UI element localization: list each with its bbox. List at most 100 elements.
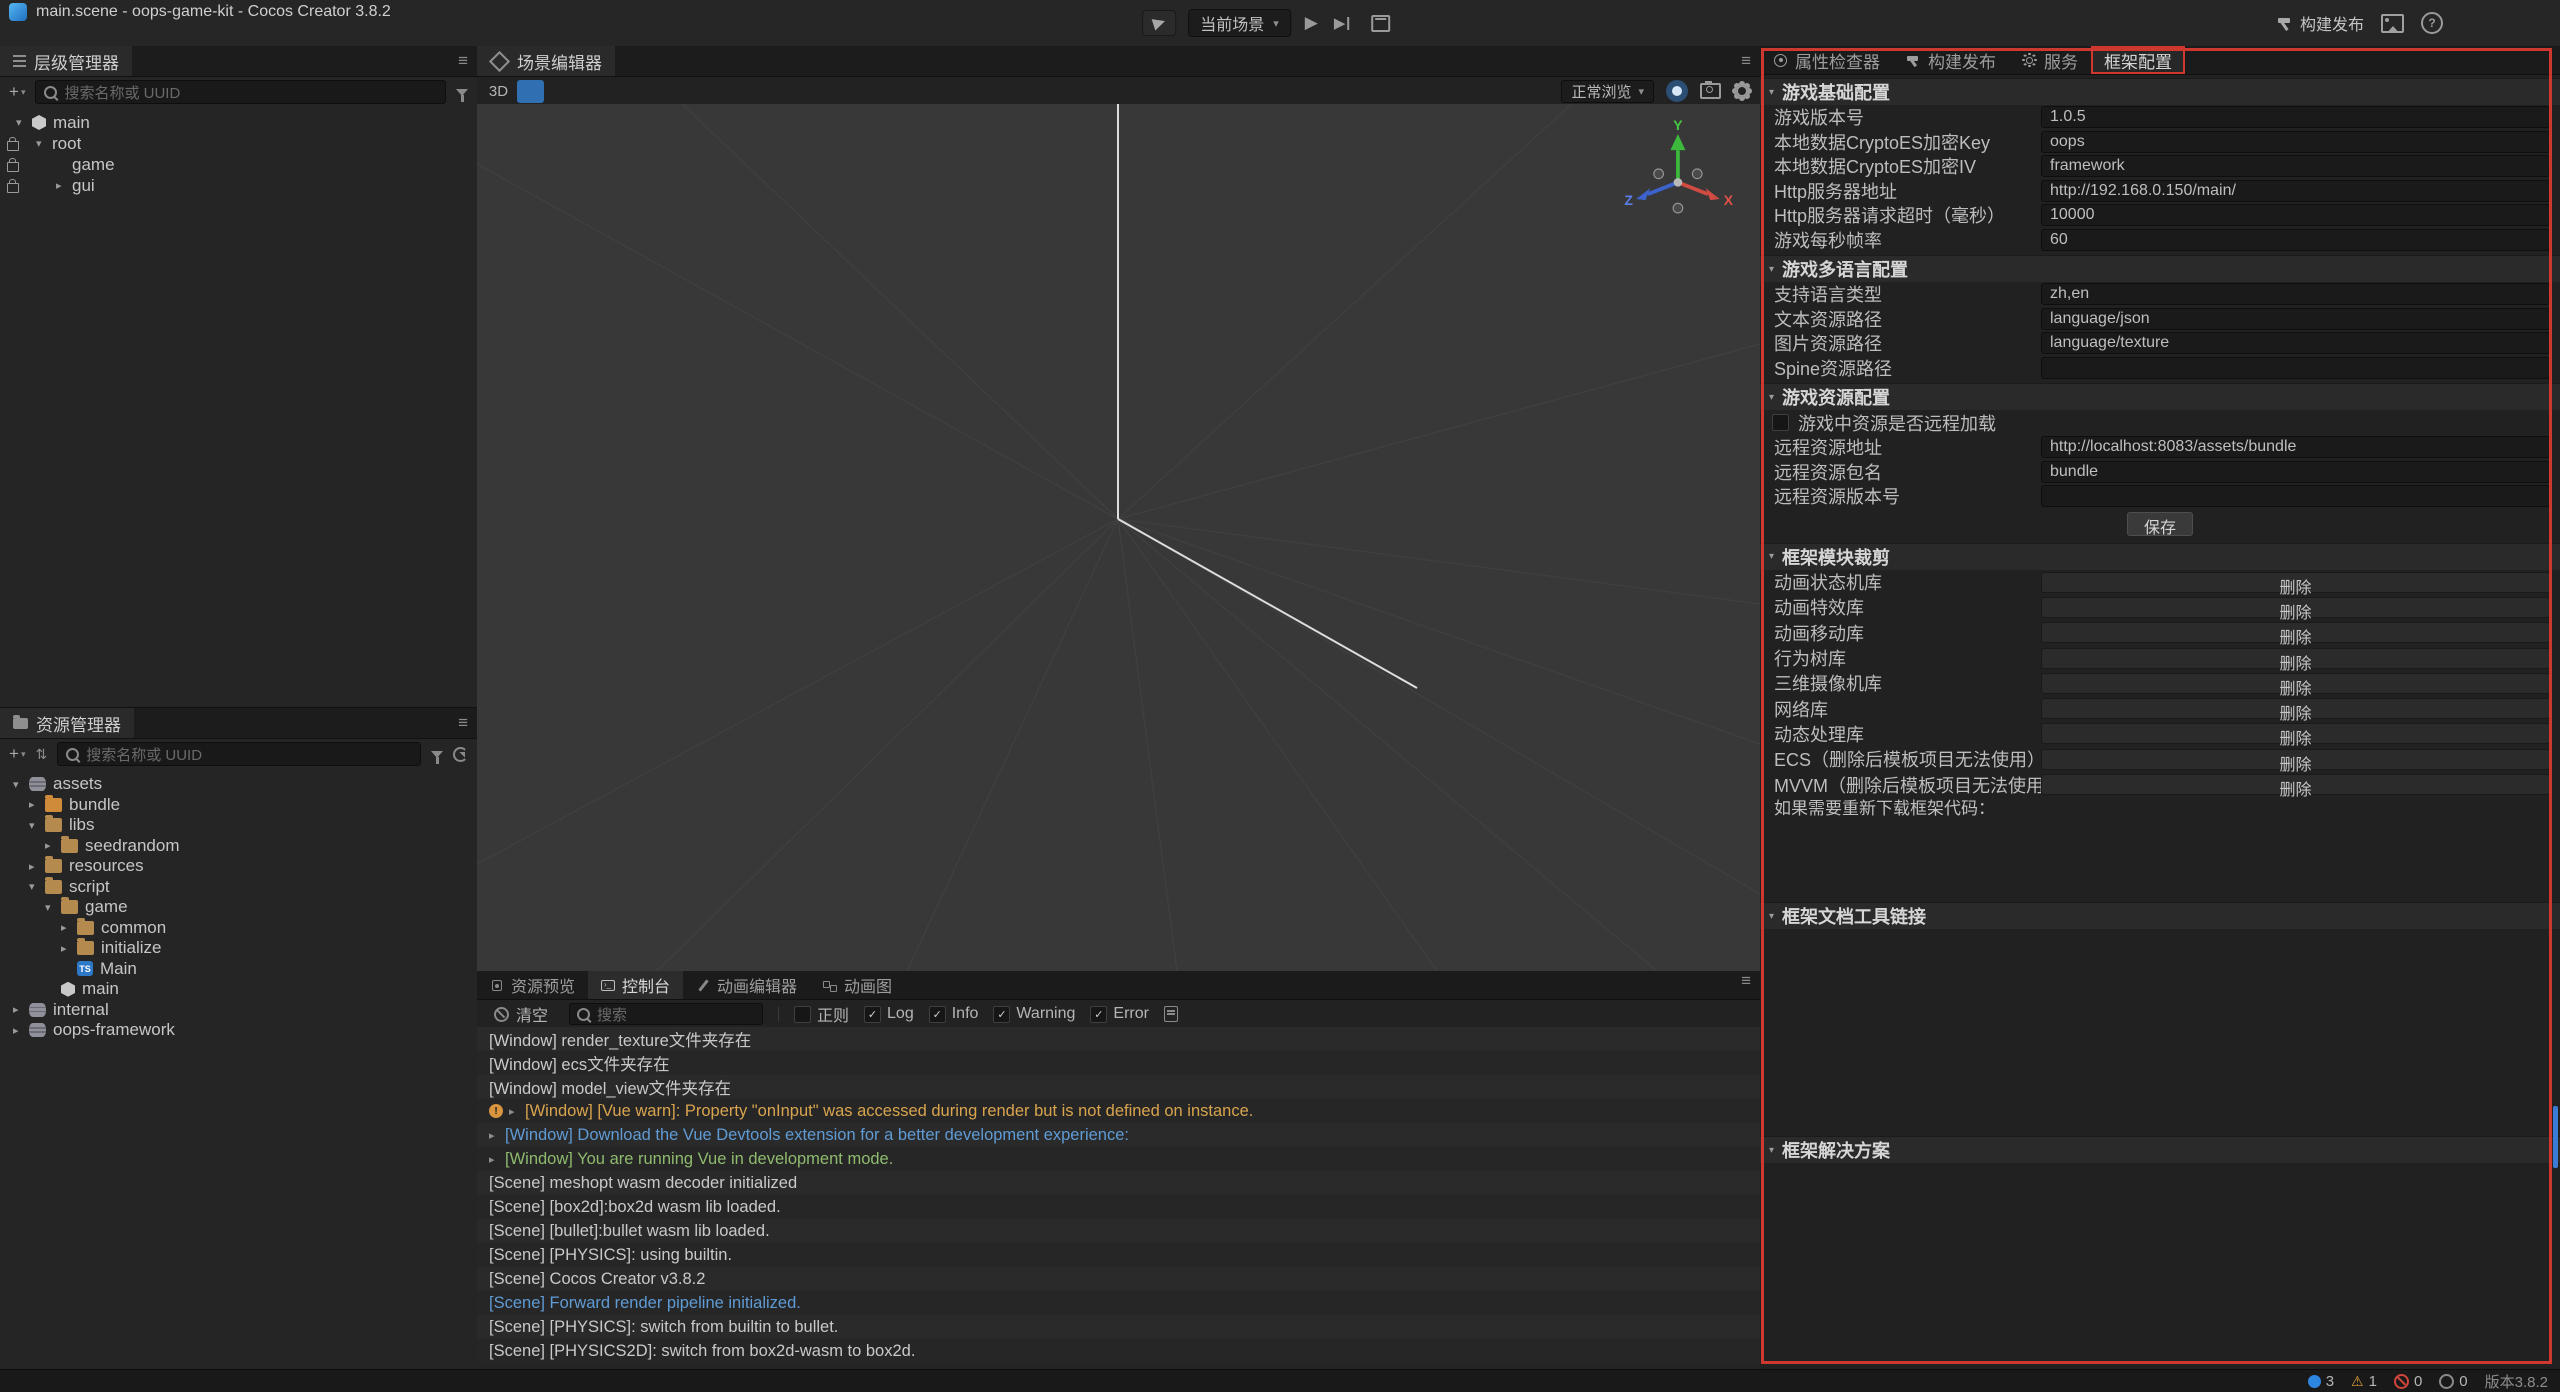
hierarchy-row[interactable]: game [0, 154, 477, 175]
field-input[interactable]: zh,en [2041, 283, 2550, 305]
scene-tool-button[interactable] [645, 80, 672, 103]
preview-platform-button[interactable] [1142, 10, 1176, 36]
log-level-toggle[interactable]: Error [1090, 1005, 1149, 1023]
doc-link[interactable] [1760, 955, 2560, 981]
solution-link[interactable] [1760, 1189, 2560, 1215]
doc-link[interactable] [1760, 1108, 2560, 1134]
doc-link[interactable] [1760, 1031, 2560, 1057]
asset-row[interactable]: ▾ assets [0, 774, 477, 795]
log-row[interactable]: ▸ [Scene] [bullet]:bullet wasm lib loade… [477, 1219, 1760, 1243]
save-button[interactable]: 保存 [2127, 512, 2193, 536]
expand-arrow[interactable]: ▾ [29, 819, 45, 832]
lock-icon[interactable] [7, 141, 19, 151]
console-tab[interactable]: 动画图 [810, 971, 905, 999]
assets-tab[interactable]: 资源管理器 [0, 708, 134, 738]
scene-light-toggle[interactable] [1666, 80, 1688, 102]
expand-arrow[interactable]: ▸ [13, 1024, 29, 1037]
log-row[interactable]: ▸ [Window] ecs文件夹存在 [477, 1051, 1760, 1075]
scene-viewport[interactable]: Y X Z [477, 104, 1760, 971]
asset-row[interactable]: ▸ resources [0, 856, 477, 877]
console-search-input[interactable]: 搜索 [569, 1003, 763, 1025]
preview-window-button[interactable] [1363, 10, 1397, 36]
scene-select[interactable]: 当前场景 ▾ [1188, 9, 1291, 37]
expand-arrow[interactable]: ▸ [56, 179, 72, 192]
refresh-icon[interactable] [453, 747, 468, 762]
log-row[interactable]: ▸ [Scene] [box2d]:box2d wasm lib loaded. [477, 1195, 1760, 1219]
expand-arrow[interactable]: ▾ [45, 901, 61, 914]
doc-link[interactable] [1760, 980, 2560, 1006]
play-button[interactable]: ▶ [1303, 13, 1320, 33]
hierarchy-row[interactable]: ▾ root [0, 133, 477, 154]
log-row[interactable]: ▸ [Scene] meshopt wasm decoder initializ… [477, 1171, 1760, 1195]
log-row[interactable]: ▸ [Scene] [PHYSICS]: switch from builtin… [477, 1315, 1760, 1339]
asset-row[interactable]: ▸ bundle [0, 795, 477, 816]
console-log-list[interactable]: ▸ [Window] render_texture文件夹存在 ▸ [Window… [477, 1027, 1760, 1370]
scene-tool-button[interactable] [677, 80, 704, 103]
build-publish-button[interactable]: 构建发布 [2276, 11, 2364, 35]
scene-tool-button[interactable]: 3D [485, 80, 512, 103]
doc-link[interactable] [1760, 1006, 2560, 1032]
menu-item[interactable] [110, 23, 128, 27]
panel-menu-icon[interactable]: ≡ [458, 713, 468, 733]
sort-icon[interactable]: ⇅ [35, 746, 47, 763]
delete-module-button[interactable]: 删除 [2041, 698, 2550, 719]
step-button[interactable]: ▶ [1332, 14, 1352, 32]
panel-menu-icon[interactable]: ≡ [1741, 971, 1751, 991]
scene-tool-button[interactable] [613, 80, 640, 103]
scene-tool-button[interactable] [549, 80, 576, 103]
menu-item[interactable] [128, 23, 146, 27]
section-modules-header[interactable]: ▾ 框架模块裁剪 [1760, 543, 2560, 570]
log-row[interactable]: ▸ [Window] Download the Vue Devtools ext… [477, 1123, 1760, 1147]
solution-link[interactable] [1760, 1214, 2560, 1240]
window-button[interactable] [2492, 0, 2524, 46]
expand-arrow[interactable]: ▸ [29, 798, 45, 811]
status-counter[interactable]: 0 [2439, 1373, 2467, 1390]
hierarchy-row[interactable]: ▸ gui [0, 175, 477, 196]
section-res-header[interactable]: ▾ 游戏资源配置 [1760, 383, 2560, 410]
asset-row[interactable]: ▸ seedrandom [0, 836, 477, 857]
log-row[interactable]: ▸ [Window] render_texture文件夹存在 [477, 1027, 1760, 1051]
section-solutions-header[interactable]: ▾ 框架解决方案 [1760, 1136, 2560, 1163]
solution-link[interactable] [1760, 1265, 2560, 1291]
collapse-logs-icon[interactable] [1164, 1006, 1178, 1022]
field-input[interactable]: 60 [2041, 229, 2550, 251]
window-button[interactable] [2460, 0, 2492, 46]
inspector-tab[interactable]: 服务 [2009, 46, 2091, 74]
clear-console-button[interactable]: 清空 [488, 1001, 554, 1027]
asset-row[interactable]: ▸ internal [0, 1000, 477, 1021]
gear-icon[interactable] [1736, 85, 1748, 97]
inspector-tab[interactable]: 属性检查器 [1760, 46, 1893, 74]
menu-item[interactable] [2, 23, 20, 27]
log-level-toggle[interactable]: Warning [993, 1005, 1075, 1023]
delete-module-button[interactable]: 删除 [2041, 597, 2550, 618]
log-row[interactable]: ▸ [Scene] [PHYSICS2D]: switch from box2d… [477, 1339, 1760, 1363]
field-input[interactable] [2041, 485, 2550, 507]
asset-row[interactable]: main [0, 979, 477, 1000]
expand-arrow[interactable]: ▾ [16, 116, 32, 129]
asset-row[interactable]: ▸ initialize [0, 938, 477, 959]
expand-arrow[interactable]: ▸ [13, 1003, 29, 1016]
camera-icon[interactable] [1700, 83, 1721, 99]
scene-tab[interactable]: 场景编辑器 [477, 46, 615, 76]
delete-module-button[interactable]: 删除 [2041, 749, 2550, 770]
delete-module-button[interactable]: 删除 [2041, 572, 2550, 593]
field-input[interactable]: framework [2041, 155, 2550, 177]
delete-module-button[interactable]: 删除 [2041, 723, 2550, 744]
asset-row[interactable]: Main [0, 959, 477, 980]
create-node-button[interactable]: +▾ [9, 82, 25, 102]
expand-arrow[interactable]: ▸ [61, 921, 77, 934]
field-input[interactable]: oops [2041, 131, 2550, 153]
log-row[interactable]: ▸ [Scene] Forward render pipeline initia… [477, 1291, 1760, 1315]
log-row[interactable]: ▸ [Scene] Cocos Creator v3.8.2 [477, 1267, 1760, 1291]
regex-toggle[interactable]: 正则 [794, 1002, 849, 1026]
console-tab[interactable]: 控制台 [588, 971, 683, 999]
scene-tool-button[interactable] [581, 80, 608, 103]
panel-menu-icon[interactable]: ≡ [458, 51, 468, 71]
status-counter[interactable]: 1 [2351, 1373, 2377, 1390]
filter-icon[interactable] [456, 89, 468, 96]
section-docs-header[interactable]: ▾ 框架文档工具链接 [1760, 902, 2560, 929]
expand-arrow[interactable]: ▾ [29, 880, 45, 893]
panel-menu-icon[interactable]: ≡ [1741, 51, 1751, 71]
inspector-tab[interactable]: 框架配置 [2091, 46, 2185, 74]
expand-arrow[interactable]: ▾ [13, 778, 29, 791]
